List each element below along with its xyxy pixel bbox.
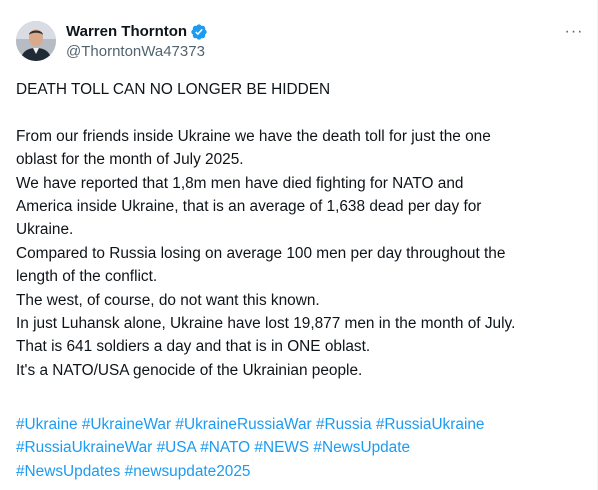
hashtag-block: #Ukraine #UkraineWar #UkraineRussiaWar #… bbox=[16, 413, 586, 483]
tweet-headline: DEATH TOLL CAN NO LONGER BE HIDDEN bbox=[16, 81, 331, 98]
tweet-line: The west, of course, do not want this kn… bbox=[16, 291, 320, 309]
more-options-icon[interactable]: ··· bbox=[558, 20, 590, 44]
hashtag-link[interactable]: #UkraineWar bbox=[82, 416, 171, 433]
tweet-line: America inside Ukraine, that is an avera… bbox=[16, 198, 482, 216]
tweet-line: length of the conflict. bbox=[16, 268, 158, 286]
avatar-photo bbox=[16, 21, 56, 61]
tweet-text: DEATH TOLL CAN NO LONGER BE HIDDEN From … bbox=[16, 78, 586, 382]
hashtag-link[interactable]: #NEWS bbox=[254, 439, 309, 456]
hashtag-link[interactable]: #UkraineRussiaWar bbox=[175, 416, 311, 433]
tweet-line: In just Luhansk alone, Ukraine have lost… bbox=[16, 315, 516, 333]
hashtag-line: #Ukraine #UkraineWar #UkraineRussiaWar #… bbox=[16, 413, 586, 436]
author-handle[interactable]: @ThorntonWa47373 bbox=[66, 43, 205, 61]
tweet-line: That is 641 soldiers a day and that is i… bbox=[16, 338, 371, 356]
tweet-line: oblast for the month of July 2025. bbox=[16, 151, 244, 169]
hashtag-line: #RussiaUkraineWar #USA #NATO #NEWS #News… bbox=[16, 436, 586, 459]
author-name-row: Warren Thornton bbox=[66, 23, 208, 41]
hashtag-link[interactable]: #RussiaUkraine bbox=[376, 416, 485, 433]
tweet-card: Warren Thornton @ThorntonWa47373 ··· DEA… bbox=[0, 0, 598, 490]
hashtag-link[interactable]: #USA bbox=[157, 439, 196, 456]
hashtag-link[interactable]: #NewsUpdate bbox=[313, 439, 410, 456]
tweet-line: It's a NATO/USA genocide of the Ukrainia… bbox=[16, 361, 363, 379]
hashtag-link[interactable]: #NewsUpdates bbox=[16, 463, 120, 480]
author-display-name[interactable]: Warren Thornton bbox=[66, 23, 187, 41]
hashtag-link[interactable]: #Russia bbox=[316, 416, 372, 433]
tweet-line: We have reported that 1,8m men have died… bbox=[16, 174, 464, 192]
hashtag-link[interactable]: #Ukraine bbox=[16, 416, 78, 433]
avatar[interactable] bbox=[16, 21, 56, 61]
verified-badge-icon bbox=[190, 23, 208, 41]
hashtag-line: #NewsUpdates #newsupdate2025 bbox=[16, 460, 586, 483]
tweet-line: Ukraine. bbox=[16, 221, 74, 239]
hashtag-link[interactable]: #RussiaUkraineWar bbox=[16, 439, 152, 456]
tweet-line: From our friends inside Ukraine we have … bbox=[16, 127, 491, 145]
hashtag-link[interactable]: #NATO bbox=[200, 439, 250, 456]
hashtag-link[interactable]: #newsupdate2025 bbox=[125, 463, 251, 480]
tweet-line: Compared to Russia losing on average 100… bbox=[16, 244, 506, 262]
